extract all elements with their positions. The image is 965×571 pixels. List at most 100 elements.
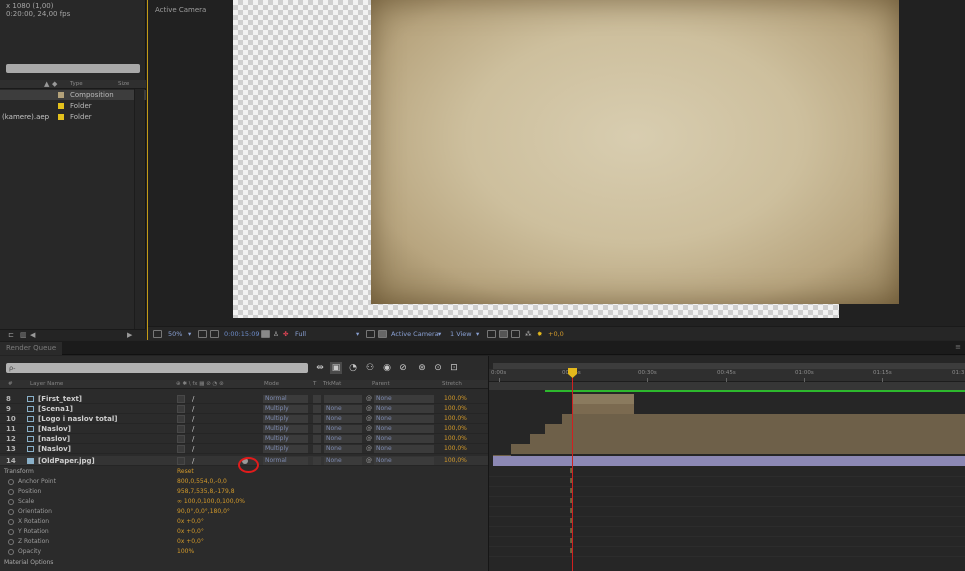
parent-dropdown[interactable]: None (374, 425, 434, 433)
preserve-transparency-checkbox[interactable] (313, 445, 321, 453)
size-column-header[interactable]: Size (118, 81, 129, 87)
property-row[interactable]: Anchor Point 800,0,554,0,-0,0 (0, 477, 488, 487)
snapshot-icon[interactable] (261, 330, 270, 338)
trkmat-dropdown[interactable]: None (324, 405, 362, 413)
stopwatch-icon[interactable] (8, 519, 14, 525)
parent-dropdown[interactable]: None (374, 457, 434, 465)
quality-switch[interactable]: / (192, 404, 194, 414)
scroll-right-icon[interactable]: ▶ (127, 331, 132, 339)
parent-dropdown[interactable]: None (374, 435, 434, 443)
layer-row[interactable]: 12 [naslov] / Multiply None @ None 100,0… (0, 434, 488, 444)
layer-row[interactable]: 8 [First_text] / Normal @ None 100,0% (0, 394, 488, 404)
current-time-display[interactable]: 0:00:15:09 (224, 330, 260, 339)
graph-view-icon[interactable]: ⊡ (448, 362, 460, 374)
motion-blur-icon[interactable]: ◉ (381, 362, 393, 374)
parent-dropdown[interactable]: None (374, 405, 434, 413)
trkmat-dropdown[interactable]: None (324, 425, 362, 433)
current-time-indicator-line[interactable] (572, 369, 573, 571)
pickwhip-icon[interactable]: @ (366, 434, 372, 444)
shy-switch[interactable] (177, 435, 185, 443)
shy-switch[interactable] (177, 445, 185, 453)
trkmat-dropdown[interactable]: None (324, 435, 362, 443)
composition-frame[interactable] (233, 0, 899, 318)
graph-editor-icon[interactable]: ⊘ (397, 362, 409, 374)
stopwatch-icon[interactable] (8, 499, 14, 505)
camera-view-dropdown[interactable]: Active Camera (391, 330, 439, 339)
property-row[interactable]: Z Rotation 0x +0,0° (0, 537, 488, 547)
property-row[interactable]: Opacity 100% (0, 547, 488, 557)
resolution-dropdown[interactable]: Full (295, 330, 306, 339)
project-item-folder[interactable]: Folder (0, 101, 146, 111)
layer-row[interactable]: 10 [Logo i naslov total] / Multiply None… (0, 414, 488, 424)
color-channels-icon[interactable]: ✤ (283, 330, 288, 339)
layer-bar[interactable] (530, 434, 965, 444)
type-column-header[interactable]: Type (70, 81, 83, 87)
grid-icon[interactable] (198, 330, 207, 338)
quality-switch[interactable]: / (192, 394, 194, 404)
sort-icon[interactable]: ▲ (44, 80, 49, 88)
stretch-value[interactable]: 100,0% (444, 404, 467, 414)
composition-mini-flowchart-icon[interactable]: ⇹ (314, 362, 326, 374)
shy-switch[interactable] (177, 457, 185, 465)
shy-switch[interactable] (177, 395, 185, 403)
panel-menu-icon[interactable]: ≡ (955, 343, 961, 351)
layer-bar[interactable] (572, 404, 634, 414)
stretch-value[interactable]: 100,0% (444, 424, 467, 434)
quality-switch[interactable]: / (192, 434, 194, 444)
layer-name-column-header[interactable]: Layer Name (30, 380, 63, 389)
flowchart-icon[interactable]: ⁂ (525, 330, 532, 339)
stopwatch-icon[interactable] (8, 489, 14, 495)
stopwatch-icon[interactable] (8, 529, 14, 535)
fast-preview-icon[interactable] (499, 330, 508, 338)
pickwhip-icon[interactable]: @ (366, 456, 372, 466)
mode-column-header[interactable]: Mode (264, 380, 279, 389)
show-snapshot-icon[interactable]: ♙ (273, 330, 279, 339)
num-column-header[interactable]: # (8, 380, 13, 389)
stretch-column-header[interactable]: Stretch (442, 380, 462, 389)
stopwatch-icon[interactable] (8, 539, 14, 545)
project-search-input[interactable] (6, 64, 140, 73)
layer-bar[interactable] (562, 414, 965, 424)
property-row[interactable]: Scale ∞ 100,0,100,0,100,0% (0, 497, 488, 507)
stretch-value[interactable]: 100,0% (444, 414, 467, 424)
transform-reset-link[interactable]: Reset (177, 467, 194, 477)
layer-bar[interactable] (545, 424, 965, 434)
layer-bar[interactable] (572, 394, 634, 404)
preserve-transparency-checkbox[interactable] (313, 415, 321, 423)
preserve-transparency-checkbox[interactable] (313, 435, 321, 443)
pickwhip-icon[interactable]: @ (366, 394, 372, 404)
label-icon[interactable]: ◆ (52, 80, 57, 88)
parent-dropdown[interactable]: None (374, 395, 434, 403)
mode-dropdown[interactable]: Multiply (263, 425, 308, 433)
interpret-footage-icon[interactable]: ⊏ (8, 331, 14, 339)
stopwatch-icon[interactable] (8, 509, 14, 515)
magnification-dropdown[interactable]: 50% (168, 330, 182, 339)
mask-visibility-icon[interactable] (210, 330, 219, 338)
stretch-value[interactable]: 100,0% (444, 434, 467, 444)
trkmat-dropdown[interactable]: None (324, 445, 362, 453)
timeline-search-input[interactable]: ρ- (6, 363, 308, 373)
mode-dropdown[interactable]: Multiply (263, 405, 308, 413)
pixel-aspect-icon[interactable] (487, 330, 496, 338)
stopwatch-icon[interactable] (8, 549, 14, 555)
quality-switch[interactable]: / (192, 424, 194, 434)
timeline-icon[interactable] (511, 330, 520, 338)
trkmat-dropdown[interactable] (324, 395, 362, 403)
mode-dropdown[interactable]: Multiply (263, 435, 308, 443)
pickwhip-icon[interactable]: @ (366, 424, 372, 434)
pickwhip-icon[interactable]: @ (366, 414, 372, 424)
layer-row[interactable]: 9 [Scena1] / Multiply None @ None 100,0% (0, 404, 488, 414)
property-row[interactable]: Y Rotation 0x +0,0° (0, 527, 488, 537)
parent-dropdown[interactable]: None (374, 445, 434, 453)
material-options-group[interactable]: Material Options (0, 558, 488, 568)
trkmat-dropdown[interactable]: None (324, 415, 362, 423)
parent-column-header[interactable]: Parent (372, 380, 390, 389)
region-of-interest-icon[interactable] (366, 330, 375, 338)
quality-switch[interactable]: / (192, 444, 194, 454)
layer-bar[interactable] (511, 444, 965, 454)
property-row[interactable]: Orientation 90,0°,0,0°,180,0° (0, 507, 488, 517)
stretch-value[interactable]: 100,0% (444, 456, 467, 466)
mode-dropdown[interactable]: Multiply (263, 415, 308, 423)
mode-dropdown[interactable]: Normal (263, 457, 308, 465)
preserve-transparency-checkbox[interactable] (313, 425, 321, 433)
